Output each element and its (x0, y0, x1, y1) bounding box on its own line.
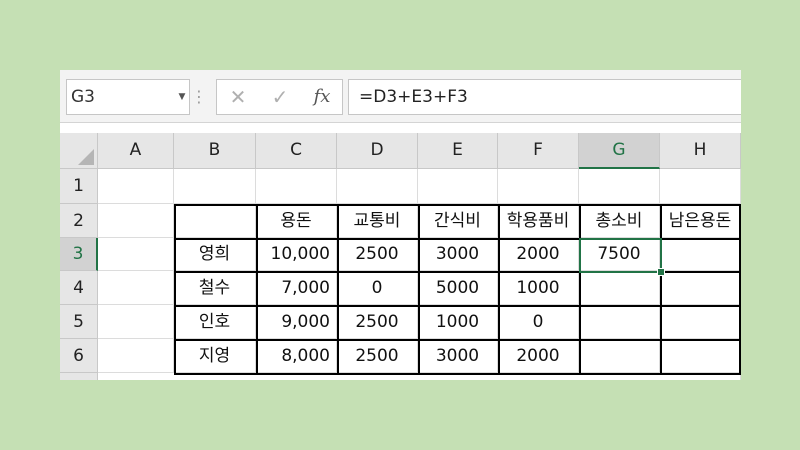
cell-d3[interactable]: 2500 (337, 238, 418, 271)
cell-g1[interactable] (579, 169, 660, 204)
row-header-7[interactable] (60, 373, 98, 380)
cell-g4[interactable] (579, 271, 660, 305)
cell-e2[interactable]: 간식비 (418, 204, 498, 238)
cell-f3[interactable]: 2000 (498, 238, 579, 271)
row-7-partial[interactable] (98, 373, 741, 380)
cell-a5[interactable] (98, 305, 174, 339)
column-header-f[interactable]: F (498, 133, 579, 169)
cell-c6[interactable]: 8,000 (256, 339, 337, 373)
cell-g3[interactable]: 7500 (579, 238, 660, 271)
cell-f6[interactable]: 2000 (498, 339, 579, 373)
row-header-4[interactable]: 4 (60, 271, 98, 305)
cell-b1[interactable] (174, 169, 256, 204)
column-header-d[interactable]: D (337, 133, 418, 169)
fill-handle[interactable] (657, 268, 665, 276)
column-header-h[interactable]: H (660, 133, 741, 169)
row-header-2[interactable]: 2 (60, 204, 98, 238)
cell-h4[interactable] (660, 271, 741, 305)
cell-a6[interactable] (98, 339, 174, 373)
cell-e6[interactable]: 3000 (418, 339, 498, 373)
cell-c2[interactable]: 용돈 (256, 204, 337, 238)
row-header-6[interactable]: 6 (60, 339, 98, 373)
cell-d1[interactable] (337, 169, 418, 204)
column-header-a[interactable]: A (98, 133, 174, 169)
column-header-c[interactable]: C (256, 133, 337, 169)
cell-d2[interactable]: 교통비 (337, 204, 418, 238)
row-header-5[interactable]: 5 (60, 305, 98, 339)
cell-b2[interactable] (174, 204, 256, 238)
cell-d4[interactable]: 0 (337, 271, 418, 305)
cell-f1[interactable] (498, 169, 579, 204)
select-all-icon (78, 149, 94, 165)
cell-d6[interactable]: 2500 (337, 339, 418, 373)
name-box-value: G3 (71, 87, 95, 107)
cell-g2[interactable]: 총소비 (579, 204, 660, 238)
cell-c5[interactable]: 9,000 (256, 305, 337, 339)
cell-g6[interactable] (579, 339, 660, 373)
cell-b6[interactable]: 지영 (174, 339, 256, 373)
cell-e3[interactable]: 3000 (418, 238, 498, 271)
cell-h1[interactable] (660, 169, 741, 204)
formula-bar: G3 ▼ ⋮ ✕ ✓ fx =D3+E3+F3 (60, 70, 741, 123)
cell-c3[interactable]: 10,000 (256, 238, 337, 271)
cell-a1[interactable] (98, 169, 174, 204)
column-header-e[interactable]: E (418, 133, 498, 169)
cell-b5[interactable]: 인호 (174, 305, 256, 339)
cell-f4[interactable]: 1000 (498, 271, 579, 305)
cell-g5[interactable] (579, 305, 660, 339)
chevron-down-icon[interactable]: ▼ (175, 80, 189, 114)
cell-h6[interactable] (660, 339, 741, 373)
formula-input[interactable]: =D3+E3+F3 (348, 79, 741, 115)
cell-h3[interactable] (660, 238, 741, 271)
select-all-button[interactable] (60, 133, 98, 169)
insert-function-icon[interactable]: fx (307, 80, 337, 114)
cell-f5[interactable]: 0 (498, 305, 579, 339)
check-icon[interactable]: ✓ (265, 80, 295, 114)
cell-a2[interactable] (98, 204, 174, 238)
resize-handle-icon[interactable]: ⋮ (191, 82, 207, 112)
spreadsheet-window: G3 ▼ ⋮ ✕ ✓ fx =D3+E3+F3 A B C D E F G H … (60, 70, 741, 380)
cell-b3[interactable]: 영희 (174, 238, 256, 271)
cell-a3[interactable] (98, 238, 174, 271)
cell-c1[interactable] (256, 169, 337, 204)
close-icon[interactable]: ✕ (223, 80, 253, 114)
cell-f2[interactable]: 학용품비 (498, 204, 579, 238)
cell-c4[interactable]: 7,000 (256, 271, 337, 305)
row-header-3[interactable]: 3 (60, 238, 98, 271)
formula-buttons: ✕ ✓ fx (216, 79, 343, 115)
cell-e4[interactable]: 5000 (418, 271, 498, 305)
cell-d5[interactable]: 2500 (337, 305, 418, 339)
name-box[interactable]: G3 ▼ (66, 79, 190, 115)
cell-h5[interactable] (660, 305, 741, 339)
column-header-b[interactable]: B (174, 133, 256, 169)
column-header-g[interactable]: G (579, 133, 660, 169)
cell-b4[interactable]: 철수 (174, 271, 256, 305)
row-header-1[interactable]: 1 (60, 169, 98, 204)
cell-h2[interactable]: 남은용돈 (660, 204, 741, 238)
cell-e1[interactable] (418, 169, 498, 204)
cell-a4[interactable] (98, 271, 174, 305)
cell-e5[interactable]: 1000 (418, 305, 498, 339)
